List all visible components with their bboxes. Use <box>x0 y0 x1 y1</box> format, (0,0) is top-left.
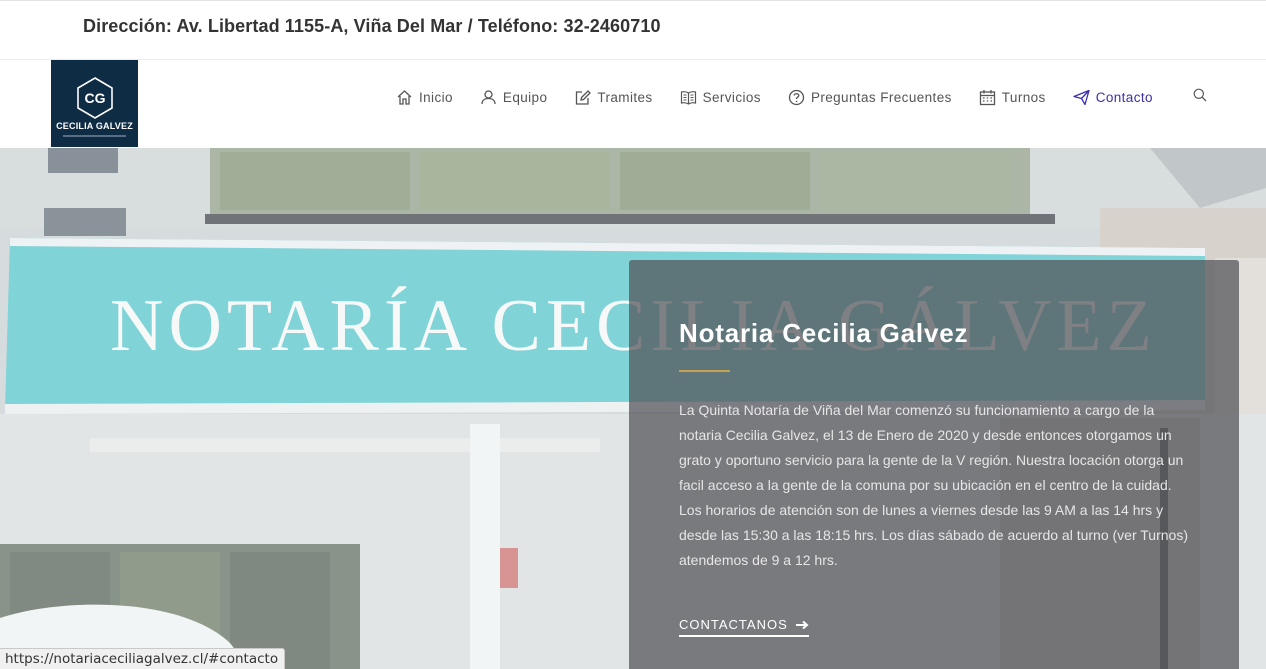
nav-item-contacto[interactable]: Contacto <box>1073 89 1153 106</box>
hero-info-card: Notaria Cecilia Galvez La Quinta Notaría… <box>629 260 1239 669</box>
site-logo[interactable]: CG CECILIA GALVEZ <box>51 60 138 147</box>
paper-plane-icon <box>1073 89 1090 105</box>
logo-initials: CG <box>85 90 106 106</box>
logo-tagline-line <box>63 135 126 137</box>
nav-label-servicios: Servicios <box>702 89 761 105</box>
hero-title: Notaria Cecilia Galvez <box>679 318 969 348</box>
browser-status-url: https://notariaceciliagalvez.cl/#contact… <box>0 648 286 669</box>
logo-hexagon-icon: CG <box>77 77 113 119</box>
arrow-right-icon <box>795 620 809 629</box>
contactanos-label: CONTACTANOS <box>679 617 788 632</box>
hero-paragraph: La Quinta Notaría de Viña del Mar comenz… <box>679 402 1188 568</box>
nav-item-inicio[interactable]: Inicio <box>396 89 453 106</box>
nav-label-tramites: Tramites <box>597 89 653 105</box>
hero-section: NOTARÍA CECILIA GÁLVEZ Notaria Cecilia G… <box>0 148 1266 669</box>
title-accent-line <box>679 370 730 372</box>
site-header: CG CECILIA GALVEZ Inicio Equipo Tramites… <box>0 60 1266 148</box>
address-phone-text: Dirección: Av. Libertad 1155-A, Viña Del… <box>83 16 661 36</box>
nav-label-inicio: Inicio <box>419 89 453 105</box>
nav-item-turnos[interactable]: Turnos <box>979 89 1046 106</box>
calendar-icon <box>979 89 995 105</box>
nav-item-equipo[interactable]: Equipo <box>480 89 547 106</box>
edit-icon <box>576 89 592 105</box>
search-button[interactable] <box>1193 88 1207 107</box>
main-nav: Inicio Equipo Tramites Servicios Pregunt… <box>396 87 1180 107</box>
nav-item-servicios[interactable]: Servicios <box>680 89 761 106</box>
logo-name: CECILIA GALVEZ <box>56 121 133 131</box>
nav-item-tramites[interactable]: Tramites <box>574 89 652 106</box>
nav-label-preguntas-frecuentes: Preguntas Frecuentes <box>810 89 952 105</box>
nav-label-equipo: Equipo <box>502 89 548 105</box>
nav-label-turnos: Turnos <box>1001 89 1046 105</box>
nav-item-preguntas-frecuentes[interactable]: Preguntas Frecuentes <box>788 89 952 106</box>
home-icon <box>397 89 412 105</box>
search-icon <box>1193 88 1207 102</box>
question-icon <box>788 89 805 105</box>
top-info-bar: Dirección: Av. Libertad 1155-A, Viña Del… <box>0 0 1266 60</box>
book-icon <box>680 90 696 105</box>
user-icon <box>481 89 496 104</box>
nav-label-contacto: Contacto <box>1095 89 1153 105</box>
contactanos-button[interactable]: CONTACTANOS <box>679 617 809 637</box>
